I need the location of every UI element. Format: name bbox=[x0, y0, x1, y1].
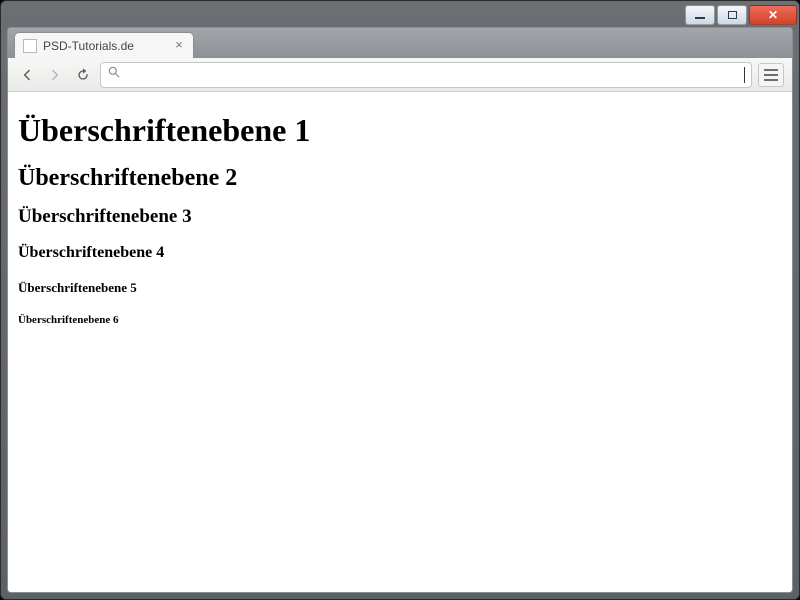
address-bar[interactable] bbox=[100, 62, 752, 88]
browser-chrome: PSD-Tutorials.de × bbox=[7, 27, 793, 593]
back-button[interactable] bbox=[16, 64, 38, 86]
heading-level-3: Überschriftenebene 3 bbox=[18, 206, 782, 228]
heading-level-6: Überschriftenebene 6 bbox=[18, 314, 782, 326]
reload-button[interactable] bbox=[72, 64, 94, 86]
window-buttons bbox=[685, 3, 797, 25]
tab-close-icon[interactable]: × bbox=[173, 39, 185, 51]
text-caret bbox=[744, 67, 745, 83]
page-icon bbox=[23, 39, 37, 53]
page-viewport[interactable]: Überschriftenebene 1 Überschriftenebene … bbox=[8, 92, 792, 592]
menu-button[interactable] bbox=[758, 63, 784, 87]
search-icon bbox=[107, 65, 121, 84]
arrow-left-icon bbox=[19, 67, 35, 83]
tab-title: PSD-Tutorials.de bbox=[43, 39, 134, 53]
reload-icon bbox=[75, 67, 91, 83]
heading-level-2: Überschriftenebene 2 bbox=[18, 165, 782, 192]
page-content: Überschriftenebene 1 Überschriftenebene … bbox=[8, 92, 792, 360]
toolbar bbox=[8, 58, 792, 92]
browser-window: PSD-Tutorials.de × bbox=[0, 0, 800, 600]
tab-active[interactable]: PSD-Tutorials.de × bbox=[14, 32, 194, 58]
heading-level-4: Überschriftenebene 4 bbox=[18, 244, 782, 262]
hamburger-icon bbox=[764, 69, 778, 71]
heading-level-5: Überschriftenebene 5 bbox=[18, 280, 782, 296]
window-titlebar[interactable] bbox=[1, 1, 799, 27]
arrow-right-icon bbox=[47, 67, 63, 83]
forward-button[interactable] bbox=[44, 64, 66, 86]
window-close-button[interactable] bbox=[749, 5, 797, 25]
heading-level-1: Überschriftenebene 1 bbox=[18, 112, 782, 149]
url-input[interactable] bbox=[127, 66, 737, 83]
window-maximize-button[interactable] bbox=[717, 5, 747, 25]
tab-strip[interactable]: PSD-Tutorials.de × bbox=[8, 28, 792, 58]
window-minimize-button[interactable] bbox=[685, 5, 715, 25]
